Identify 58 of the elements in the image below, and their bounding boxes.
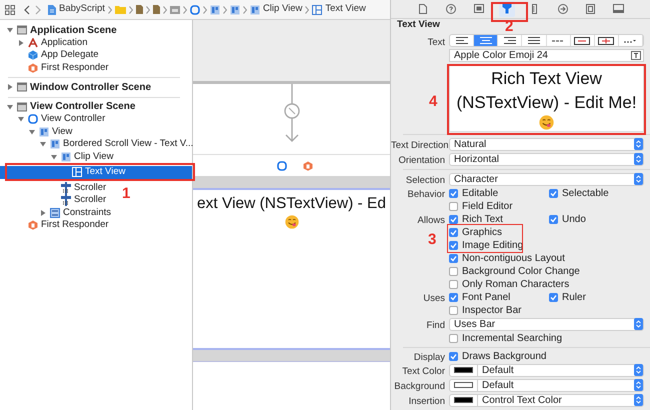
field-label: Behavior (408, 189, 445, 200)
breadcrumb-item[interactable]: Clip View (262, 2, 302, 17)
field-label: Allows (418, 215, 445, 226)
outline-item[interactable]: View Controller Scene (0, 100, 138, 113)
field-label: Text Direction (391, 140, 449, 152)
checkbox-label: Only Roman Characters (462, 278, 570, 290)
checkbox-label: Rich Text (462, 214, 503, 225)
field-label: Background (394, 381, 445, 392)
field-label: Uses (423, 293, 445, 304)
checkbox-label: Graphics (462, 226, 502, 238)
popup-button[interactable]: Horizontal (449, 152, 644, 166)
breadcrumb-item[interactable]: Text View (325, 2, 366, 17)
field-label: Display (414, 352, 445, 364)
popup-button[interactable]: Natural (449, 138, 644, 151)
font-field[interactable]: Apple Color Emoji 24 (449, 49, 644, 62)
outline-item[interactable]: Constraints (0, 206, 114, 219)
field-label: Orientation (398, 155, 445, 166)
breadcrumb-item[interactable]: BabyScript (59, 2, 105, 17)
outline-item[interactable]: App Delegate (0, 49, 101, 62)
outline-item[interactable]: Application Scene (0, 24, 119, 36)
field-label: Find (426, 320, 445, 332)
checkbox-label: Font Panel (462, 292, 510, 303)
preview-text: Rich Text View (491, 68, 602, 90)
outline-item[interactable]: Clip View (0, 150, 116, 163)
callout-number: 3 (428, 232, 436, 247)
callout-number: 1 (122, 186, 130, 201)
checkbox-label: Image Editing (462, 240, 524, 251)
checkbox-label: Field Editor (462, 200, 513, 212)
checkbox-label: Ruler (562, 292, 586, 303)
outline-item[interactable]: Scroller (0, 182, 108, 194)
field-label: Insertion (408, 396, 445, 408)
outline-item[interactable]: Text View (0, 166, 192, 178)
text-preview[interactable]: Rich Text View (NSTextView) - Edit Me! (449, 65, 644, 132)
popup-button[interactable]: Uses Bar (449, 318, 644, 331)
preview-text: (NSTextView) - Edit Me! (456, 92, 637, 114)
checkbox-label: Inspector Bar (462, 304, 522, 316)
outline-item[interactable]: First Responder (0, 219, 111, 232)
popup-button[interactable]: Character (449, 172, 644, 186)
checkbox-label: Undo (562, 214, 586, 225)
outline-item[interactable]: Application (0, 36, 90, 49)
text-view-content: ext View (NSTextView) - Ed (197, 194, 386, 214)
checkbox-label: Incremental Searching (462, 332, 562, 344)
field-label: Text (428, 36, 445, 48)
section-title: Text View (397, 18, 440, 32)
checkbox-label: Editable (462, 188, 498, 199)
outline-item[interactable]: View (0, 126, 74, 138)
checkbox-label: Draws Background (462, 350, 546, 362)
checkbox-label: Background Color Change (462, 266, 580, 277)
outline-item[interactable]: Scroller (0, 194, 108, 206)
outline-item[interactable]: View Controller (0, 113, 108, 126)
outline-item[interactable]: First Responder (0, 62, 111, 74)
checkbox-label: Non-contiguous Layout (462, 252, 565, 264)
callout-number: 4 (429, 94, 438, 109)
field-label: Text Color (402, 366, 445, 378)
field-label: Selection (406, 175, 445, 186)
checkbox-label: Selectable (562, 188, 609, 199)
outline-item[interactable]: Window Controller Scene (0, 81, 154, 94)
outline-item[interactable]: Bordered Scroll View - Text V... (0, 138, 196, 150)
